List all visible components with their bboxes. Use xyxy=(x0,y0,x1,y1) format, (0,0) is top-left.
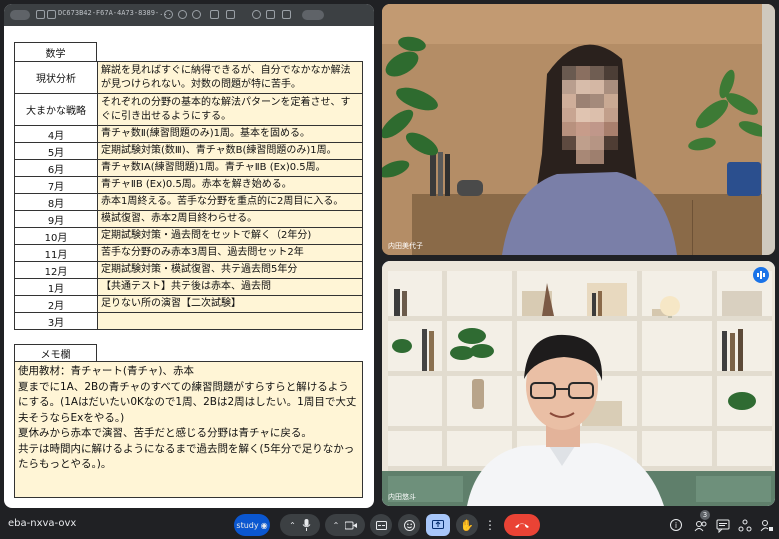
participant-name: 内田悠斗 xyxy=(388,493,416,501)
participant-1-video xyxy=(382,4,775,255)
more-options-button[interactable]: ⋮ xyxy=(482,514,498,536)
participants-count: 3 xyxy=(700,510,710,520)
app-badge: study xyxy=(236,520,259,530)
meeting-code: eba-nxva-ovx xyxy=(8,518,77,529)
section-label-analysis: 現状分析 xyxy=(14,61,98,94)
record-icon: ◉ xyxy=(260,520,268,530)
participant-tile-1[interactable]: 内田美代子 xyxy=(382,4,775,255)
month-label: 2月 xyxy=(14,295,98,313)
month-plan: 苦手な分野のみ赤本3周目、過去問セット2年 xyxy=(97,244,363,262)
info-icon[interactable] xyxy=(164,10,173,19)
present-activity-button[interactable]: study ◉ xyxy=(234,514,270,536)
zoom-out-icon[interactable] xyxy=(178,10,187,19)
memo-label: メモ欄 xyxy=(14,344,97,362)
month-label: 10月 xyxy=(14,227,98,245)
month-plan: 青チャ数ⅠA(練習問題)1周。青チャⅡB (Ex)0.5周。 xyxy=(97,159,363,177)
leave-call-button[interactable] xyxy=(504,514,540,536)
more-vert-icon: ⋮ xyxy=(484,518,496,532)
month-label: 7月 xyxy=(14,176,98,194)
doc-icon xyxy=(36,10,45,19)
camera-button[interactable]: ⌃ xyxy=(325,514,365,536)
host-controls-button[interactable] xyxy=(760,518,774,532)
search-field[interactable] xyxy=(302,10,324,20)
zoom-in-icon[interactable] xyxy=(192,10,201,19)
present-screen-icon xyxy=(432,520,444,529)
people-icon xyxy=(694,521,707,532)
month-label: 6月 xyxy=(14,159,98,177)
section-label-strategy: 大まかな戦略 xyxy=(14,93,98,126)
month-label: 4月 xyxy=(14,125,98,143)
month-plan: 定期試験対策(数Ⅲ)、青チャ数B(練習問題のみ)1周。 xyxy=(97,142,363,160)
microphone-icon xyxy=(302,519,311,531)
month-label: 8月 xyxy=(14,193,98,211)
memo-line: 夏休みから赤本で演習、苦手だと感じる分野は青チャに戻る。 xyxy=(18,427,312,439)
edit-icon[interactable] xyxy=(282,10,291,19)
memo-body: 使用教材：青チャート(青チャ)、赤本 夏までに1A、2Bの青チャのすべての練習問… xyxy=(14,361,363,498)
speaking-indicator-icon xyxy=(753,267,769,283)
month-plan: 模試復習、赤本2周目終わらせる。 xyxy=(97,210,363,228)
month-plan: 赤本1周終える。苦手な分野を重点的に2周目に入る。 xyxy=(97,193,363,211)
document-toolbar: DC673B42-F67A-4A73-8389-... xyxy=(4,4,374,26)
lock-person-icon xyxy=(760,520,773,532)
shared-screen: DC673B42-F67A-4A73-8389-... 数学 現状分析 解説を見… xyxy=(4,4,374,508)
crop-icon[interactable] xyxy=(266,10,275,19)
month-plan: 青チャⅡB (Ex)0.5周。赤本を解き始める。 xyxy=(97,176,363,194)
chevron-up-icon[interactable]: ⌃ xyxy=(333,521,340,530)
month-label: 9月 xyxy=(14,210,98,228)
hand-icon: ✋ xyxy=(460,518,474,532)
meeting-control-bar: eba-nxva-ovx study ◉ ⌃ ⌃ ✋ ⋮ i 3 xyxy=(0,508,779,539)
month-label: 5月 xyxy=(14,142,98,160)
share-icon[interactable] xyxy=(210,10,219,19)
raise-hand-button[interactable]: ✋ xyxy=(456,514,478,536)
chevron-up-icon[interactable]: ⌃ xyxy=(289,521,296,530)
present-screen-button[interactable] xyxy=(426,514,450,536)
chat-icon xyxy=(716,519,730,534)
month-plan: 足りない所の演習【二次試験】 xyxy=(97,295,363,313)
hang-up-icon xyxy=(515,523,529,528)
subject-header: 数学 xyxy=(14,42,97,62)
camera-icon xyxy=(345,521,358,529)
memo-line: 使用教材：青チャート(青チャ)、赤本 xyxy=(18,365,194,377)
emoji-icon xyxy=(403,519,415,531)
activities-icon xyxy=(738,519,752,532)
memo-line: 共テは時間内に解けるようになるまで過去問を解く(5年分で足りなかったらもっとやる… xyxy=(18,442,355,471)
markup-icon[interactable] xyxy=(226,10,235,19)
meeting-details-icon[interactable]: i xyxy=(670,519,682,531)
participant-2-video xyxy=(382,261,775,506)
month-label: 12月 xyxy=(14,261,98,279)
month-plan: 定期試験対策・模試復習、共テ過去問5年分 xyxy=(97,261,363,279)
participant-name: 内田美代子 xyxy=(388,242,423,250)
people-button[interactable]: 3 xyxy=(694,510,710,532)
reactions-button[interactable] xyxy=(398,514,420,536)
section-text-strategy: それぞれの分野の基本的な解法パターンを定着させ、すぐに引き出せるようにする。 xyxy=(97,93,363,126)
sidebar-toggle-icon[interactable] xyxy=(10,10,30,20)
memo-line: 夏までに1A、2Bの青チャのすべての練習問題がすらすらと解けるようにする。(1A… xyxy=(18,380,357,424)
captions-icon xyxy=(375,520,387,530)
activities-button[interactable] xyxy=(738,518,752,532)
month-plan: 青チャ数Ⅱ(練習問題のみ)1周。基本を固める。 xyxy=(97,125,363,143)
chevron-down-icon[interactable] xyxy=(47,10,56,19)
month-label: 3月 xyxy=(14,312,98,330)
rotate-icon[interactable] xyxy=(252,10,261,19)
month-label: 11月 xyxy=(14,244,98,262)
section-text-analysis: 解説を見ればすぐに納得できるが、自分でなかなか解法が見つけられない。対数の問題が… xyxy=(97,61,363,94)
captions-button[interactable] xyxy=(370,514,392,536)
document-id: DC673B42-F67A-4A73-8389-... xyxy=(58,9,172,17)
chat-button[interactable] xyxy=(716,518,730,534)
month-label: 1月 xyxy=(14,278,98,296)
microphone-button[interactable]: ⌃ xyxy=(280,514,320,536)
month-plan xyxy=(97,312,363,330)
participant-tile-2[interactable]: 内田悠斗 xyxy=(382,261,775,506)
month-plan: 【共通テスト】共テ後は赤本、過去問 xyxy=(97,278,363,296)
month-plan: 定期試験対策・過去問をセットで解く（2年分) xyxy=(97,227,363,245)
